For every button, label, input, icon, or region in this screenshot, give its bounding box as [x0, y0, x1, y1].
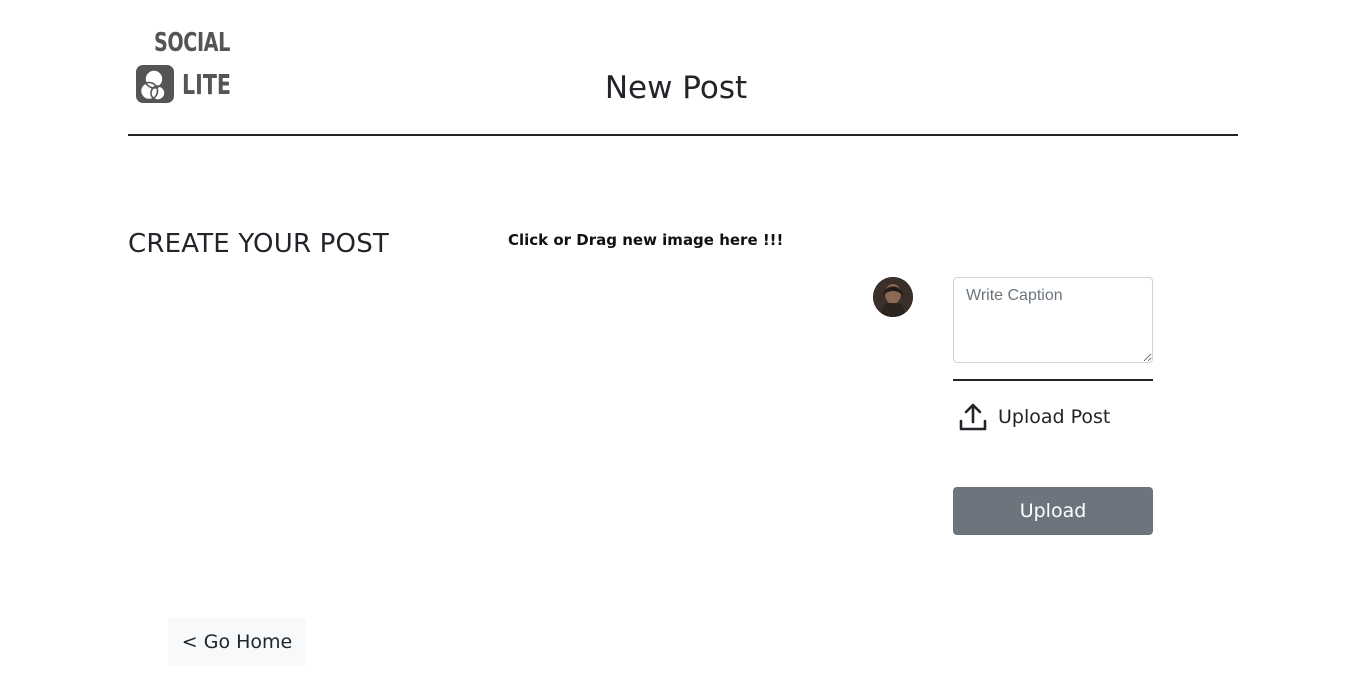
go-home-button[interactable]: < Go Home — [168, 618, 306, 666]
logo-text-social: SOCIAL — [154, 28, 230, 58]
upload-post-picker[interactable]: Upload Post — [958, 401, 1110, 433]
caption-input[interactable] — [953, 277, 1153, 363]
create-post-heading: CREATE YOUR POST — [128, 229, 390, 259]
avatar — [873, 277, 913, 317]
caption-divider — [953, 379, 1153, 381]
upload-post-label: Upload Post — [998, 406, 1111, 428]
avatar-portrait-icon — [873, 277, 913, 317]
upload-button[interactable]: Upload — [953, 487, 1153, 535]
new-post-page: SOCIAL LITE New Post CREATE YOUR POST Cl… — [0, 0, 1366, 685]
page-title: New Post — [604, 70, 748, 106]
image-drop-zone[interactable]: Click or Drag new image here !!! — [508, 231, 783, 249]
upload-icon — [959, 403, 987, 431]
header-divider — [128, 134, 1238, 136]
